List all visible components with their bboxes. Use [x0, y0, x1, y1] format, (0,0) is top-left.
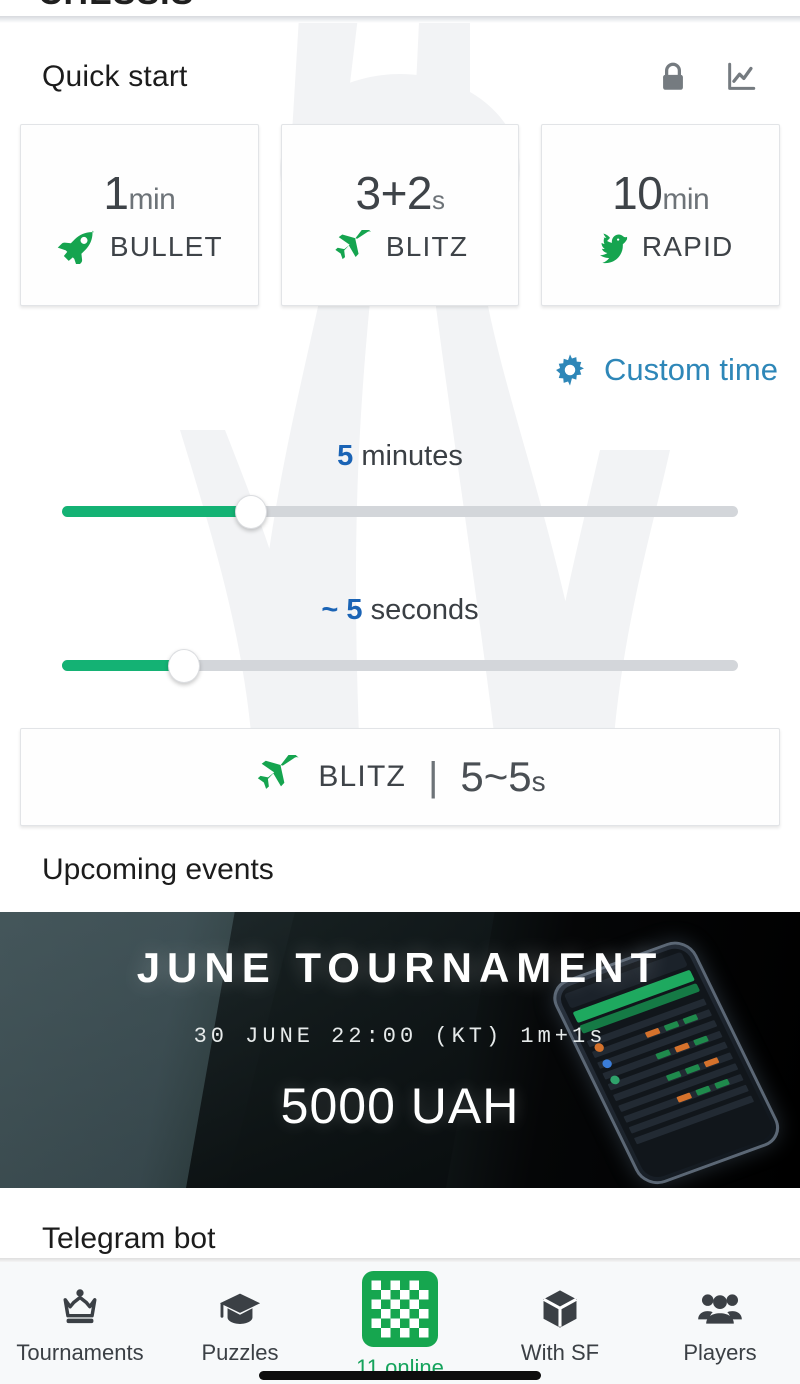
banner-subtitle: 30 JUNE 22:00 (KT) 1m+1s: [193, 1024, 607, 1049]
seconds-value-display: ~ 5 seconds: [0, 594, 800, 627]
telegram-bot-title: Telegram bot: [42, 1222, 216, 1255]
nav-label-puzzles: Puzzles: [201, 1340, 279, 1365]
seconds-slider[interactable]: [62, 649, 738, 683]
bottom-navigation: Tournaments Puzzles 11 online With SF Pl…: [0, 1262, 800, 1384]
bird-icon: [588, 230, 630, 264]
quick-start-actions: [656, 60, 758, 94]
card-time-bullet: 1min: [103, 167, 176, 219]
gear-icon: [552, 352, 588, 388]
start-game-mode: BLITZ: [318, 760, 407, 793]
minutes-slider[interactable]: [62, 495, 738, 529]
quick-start-cards: 1min BULLET 3+2s BLITZ 10min RAPID: [20, 124, 781, 306]
lock-icon[interactable]: [656, 60, 690, 94]
seconds-approx-prefix: ~: [321, 594, 339, 626]
card-mode-rapid: RAPID: [588, 230, 734, 264]
jet-icon: [332, 230, 374, 264]
seconds-slider-block: ~ 5 seconds: [0, 594, 800, 683]
clipped-app-header: CHESSIS ·: [0, 0, 800, 16]
card-unit: min: [662, 183, 710, 216]
card-mode-label: BULLET: [109, 231, 223, 262]
card-mode-blitz: BLITZ: [332, 230, 468, 264]
header-divider: [0, 16, 800, 23]
chart-icon[interactable]: [724, 60, 758, 94]
card-unit: s: [432, 185, 445, 215]
start-game-button[interactable]: BLITZ | 5~5s: [20, 728, 780, 826]
chessboard-icon: [362, 1271, 438, 1347]
start-game-time: 5~5s: [460, 753, 546, 800]
start-game-separator: |: [428, 754, 439, 799]
banner-title: JUNE TOURNAMENT: [136, 944, 664, 991]
app-root: CHESSIS · Quick start 1min: [0, 0, 800, 1384]
graduation-cap-icon: [217, 1286, 263, 1332]
card-time-blitz: 3+2s: [355, 167, 445, 219]
header-dot-clipped: ·: [466, 0, 476, 10]
minutes-track-fill: [62, 506, 252, 517]
cube-icon: [537, 1286, 583, 1332]
seconds-unit: seconds: [370, 594, 479, 626]
nav-item-players[interactable]: Players: [640, 1262, 800, 1384]
nav-item-tournaments[interactable]: Tournaments: [0, 1262, 160, 1384]
seconds-thumb[interactable]: [167, 649, 200, 683]
minutes-slider-block: 5 minutes: [0, 440, 800, 529]
quick-start-header: Quick start: [0, 52, 800, 114]
app-logo-clipped: CHESSIS: [38, 0, 194, 13]
card-mode-label: RAPID: [641, 231, 734, 262]
nav-label-players: Players: [683, 1340, 757, 1365]
minutes-value-display: 5 minutes: [0, 440, 800, 473]
card-mode-label: BLITZ: [385, 231, 469, 262]
card-time-rapid: 10min: [612, 167, 710, 219]
nav-item-play[interactable]: 11 online: [320, 1262, 480, 1384]
upcoming-events-title: Upcoming events: [42, 853, 274, 886]
card-unit: min: [128, 183, 176, 216]
rocket-icon: [56, 230, 98, 264]
page-title: Quick start: [42, 60, 188, 93]
seconds-track-fill: [62, 660, 184, 671]
custom-time-label: Custom time: [604, 352, 778, 387]
minutes-value: 5: [337, 440, 354, 472]
nav-label-with-sf: With SF: [520, 1340, 600, 1365]
nav-item-with-sf[interactable]: With SF: [480, 1262, 640, 1384]
card-mode-bullet: BULLET: [56, 230, 223, 264]
minutes-unit: minutes: [361, 440, 463, 472]
nav-item-puzzles[interactable]: Puzzles: [160, 1262, 320, 1384]
home-indicator: [259, 1371, 541, 1380]
banner-prize: 5000 UAH: [280, 1078, 520, 1134]
start-game-time-unit: s: [531, 766, 546, 797]
people-icon: [697, 1286, 743, 1332]
quick-start-card-blitz[interactable]: 3+2s BLITZ: [280, 124, 520, 306]
custom-time-button[interactable]: Custom time: [552, 352, 778, 388]
quick-start-card-bullet[interactable]: 1min BULLET: [20, 124, 259, 306]
minutes-thumb[interactable]: [235, 495, 268, 529]
crown-icon: [57, 1286, 103, 1332]
quick-start-card-rapid[interactable]: 10min RAPID: [541, 124, 781, 306]
tournament-banner[interactable]: JUNE TOURNAMENT 30 JUNE 22:00 (KT) 1m+1s…: [0, 912, 800, 1188]
nav-label-tournaments: Tournaments: [16, 1340, 144, 1365]
jet-icon: [254, 748, 302, 800]
seconds-value: 5: [346, 594, 363, 626]
